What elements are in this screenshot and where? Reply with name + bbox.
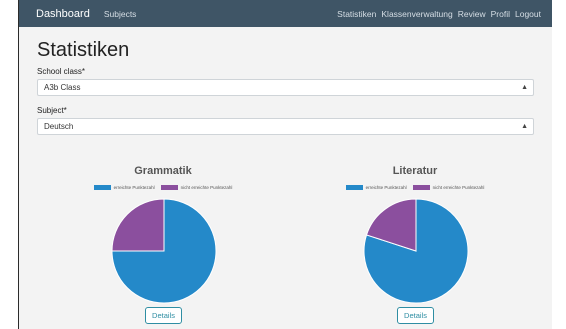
legend-item-reached[interactable]: erreichte Punktezahl	[345, 185, 407, 190]
legend-label: erreichte Punktezahl	[365, 185, 407, 190]
app-frame: Dashboard Subjects Statistiken Klassenve…	[18, 0, 552, 329]
school-class-label: School class*	[37, 67, 86, 76]
subject-label: Subject*	[37, 106, 67, 115]
nav-link-review[interactable]: Review	[458, 9, 486, 19]
chart-legend: erreichte Punktezahl nicht erreichte Pun…	[63, 185, 263, 190]
details-button-literatur[interactable]: Details	[397, 307, 434, 324]
legend-item-reached[interactable]: erreichte Punktezahl	[93, 185, 155, 190]
pie-chart-literatur	[363, 198, 469, 304]
nav-link-profil[interactable]: Profil	[491, 9, 510, 19]
pie-svg	[111, 198, 217, 304]
chart-title: Grammatik	[134, 165, 192, 177]
pie-svg	[363, 198, 469, 304]
pie-chart-grammatik	[111, 198, 217, 304]
subject-value: Deutsch	[44, 122, 74, 131]
nav-link-statistiken[interactable]: Statistiken	[337, 9, 376, 19]
nav-link-klassenverwaltung[interactable]: Klassenverwaltung	[381, 9, 452, 19]
legend-swatch-reached	[345, 185, 363, 190]
nav-link-logout[interactable]: Logout	[515, 9, 541, 19]
navbar: Dashboard Subjects Statistiken Klassenve…	[19, 0, 552, 27]
legend-swatch-reached	[93, 185, 111, 190]
chart-legend: erreichte Punktezahl nicht erreichte Pun…	[315, 185, 515, 190]
page-title: Statistiken	[37, 39, 130, 61]
legend-label: nicht erreichte Punktezahl	[432, 185, 485, 190]
legend-label: erreichte Punktezahl	[113, 185, 155, 190]
navbar-left: Dashboard Subjects	[19, 8, 144, 20]
main-content: Statistiken School class* A3b Class ▲︎ S…	[19, 27, 552, 329]
pie-slice-not-reached[interactable]	[111, 198, 165, 252]
legend-swatch-not-reached	[412, 185, 430, 190]
legend-item-not-reached[interactable]: nicht erreichte Punktezahl	[412, 185, 485, 190]
legend-swatch-not-reached	[160, 185, 178, 190]
nav-link-subjects[interactable]: Subjects	[104, 9, 137, 19]
navbar-brand-dashboard[interactable]: Dashboard	[36, 8, 90, 20]
chart-title: Literatur	[392, 165, 438, 177]
legend-label: nicht erreichte Punktezahl	[180, 185, 233, 190]
subject-select[interactable]: Deutsch ▲︎	[37, 118, 534, 135]
school-class-value: A3b Class	[44, 83, 81, 92]
school-class-select[interactable]: A3b Class ▲︎	[37, 79, 534, 96]
select-chevron-icon: ▲︎	[521, 84, 528, 91]
navbar-right: Statistiken Klassenverwaltung Review Pro…	[337, 9, 546, 19]
select-chevron-icon: ▲︎	[521, 123, 528, 130]
details-button-grammatik[interactable]: Details	[145, 307, 182, 324]
legend-item-not-reached[interactable]: nicht erreichte Punktezahl	[160, 185, 233, 190]
